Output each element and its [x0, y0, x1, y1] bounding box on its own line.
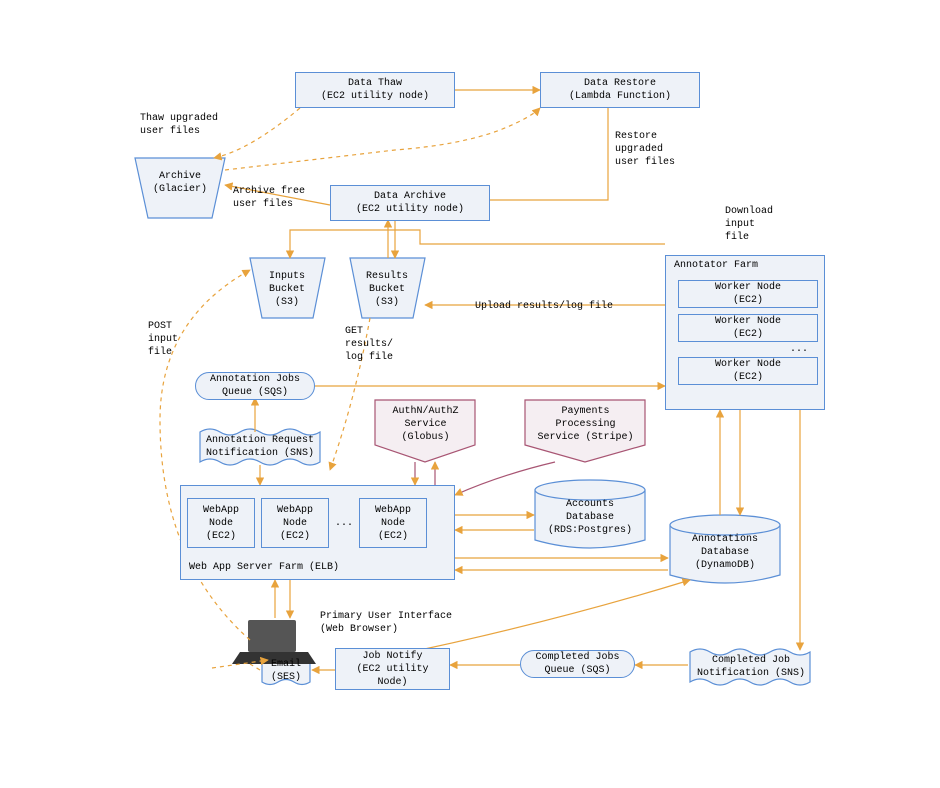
label-thaw-upgraded: Thaw upgraded user files — [140, 112, 218, 138]
label-restore-upgraded: Restore upgraded user files — [615, 130, 675, 169]
label-download-input: Download input file — [725, 205, 773, 244]
webapp-node: WebApp Node (EC2) — [359, 498, 427, 548]
text: WebApp Node (EC2) — [375, 504, 411, 543]
annotator-farm: Annotator Farm Worker Node (EC2) Worker … — [665, 255, 825, 410]
worker-node: Worker Node (EC2) — [678, 314, 818, 342]
box-ann-req-notif: Annotation Request Notification (SNS) — [200, 434, 320, 460]
box-data-archive: Data Archive (EC2 utility node) — [330, 185, 490, 221]
text: Data Restore (Lambda Function) — [569, 77, 671, 103]
text: Annotation Jobs Queue (SQS) — [210, 373, 300, 399]
text: Archive (Glacier) — [153, 170, 207, 196]
text: Annotation Request Notification (SNS) — [206, 434, 314, 460]
text: Data Thaw (EC2 utility node) — [321, 77, 429, 103]
text: Results Bucket (S3) — [366, 270, 408, 309]
box-annotations-db: Annotations Database (DynamoDB) — [675, 533, 775, 572]
text: AuthN/AuthZ Service (Globus) — [392, 405, 458, 444]
label-primary-ui: Primary User Interface (Web Browser) — [320, 610, 452, 636]
box-job-notify: Job Notify (EC2 utility Node) — [335, 648, 450, 690]
box-payments: Payments Processing Service (Stripe) — [528, 405, 643, 444]
diagram-stage: Data Thaw (EC2 utility node) Data Restor… — [0, 0, 940, 788]
text: Data Archive (EC2 utility node) — [356, 190, 464, 216]
text: WebApp Node (EC2) — [277, 504, 313, 543]
label-post-input: POST input file — [148, 320, 178, 359]
webapp-node: WebApp Node (EC2) — [261, 498, 329, 548]
webapp-farm-title: Web App Server Farm (ELB) — [189, 562, 339, 573]
box-inputs-bucket: Inputs Bucket (S3) — [252, 270, 322, 309]
worker-node: Worker Node (EC2) — [678, 280, 818, 308]
box-accounts-db: Accounts Database (RDS:Postgres) — [540, 498, 640, 537]
label-archive-free: Archive free user files — [233, 185, 305, 211]
label-upload-results: Upload results/log file — [475, 300, 613, 313]
worker-node: Worker Node (EC2) — [678, 357, 818, 385]
text: Payments Processing Service (Stripe) — [537, 405, 633, 444]
webapp-node: WebApp Node (EC2) — [187, 498, 255, 548]
text: Worker Node (EC2) — [715, 315, 781, 341]
box-results-bucket: Results Bucket (S3) — [352, 270, 422, 309]
text: Accounts Database (RDS:Postgres) — [548, 498, 632, 537]
webapp-farm: WebApp Node (EC2) WebApp Node (EC2) ... … — [180, 485, 455, 580]
text: Completed Jobs Queue (SQS) — [535, 651, 619, 677]
box-completed-notif: Completed Job Notification (SNS) — [692, 654, 810, 680]
text: Email (SES) — [271, 658, 301, 684]
box-completed-queue: Completed Jobs Queue (SQS) — [520, 650, 635, 678]
box-ann-jobs-queue: Annotation Jobs Queue (SQS) — [195, 372, 315, 400]
worker-ellipsis: ... — [672, 344, 818, 355]
box-data-restore: Data Restore (Lambda Function) — [540, 72, 700, 108]
text: Inputs Bucket (S3) — [269, 270, 305, 309]
text: Job Notify (EC2 utility Node) — [356, 650, 428, 689]
box-email-ses: Email (SES) — [262, 658, 310, 684]
text: Worker Node (EC2) — [715, 281, 781, 307]
box-archive: Archive (Glacier) — [140, 170, 220, 196]
webapp-ellipsis: ... — [335, 518, 353, 529]
text: Completed Job Notification (SNS) — [697, 654, 805, 680]
box-authn: AuthN/AuthZ Service (Globus) — [378, 405, 473, 444]
label-get-results: GET results/ log file — [345, 325, 393, 364]
text: Worker Node (EC2) — [715, 358, 781, 384]
text: WebApp Node (EC2) — [203, 504, 239, 543]
box-data-thaw: Data Thaw (EC2 utility node) — [295, 72, 455, 108]
text: Annotations Database (DynamoDB) — [692, 533, 758, 572]
annotator-farm-title: Annotator Farm — [674, 260, 758, 271]
